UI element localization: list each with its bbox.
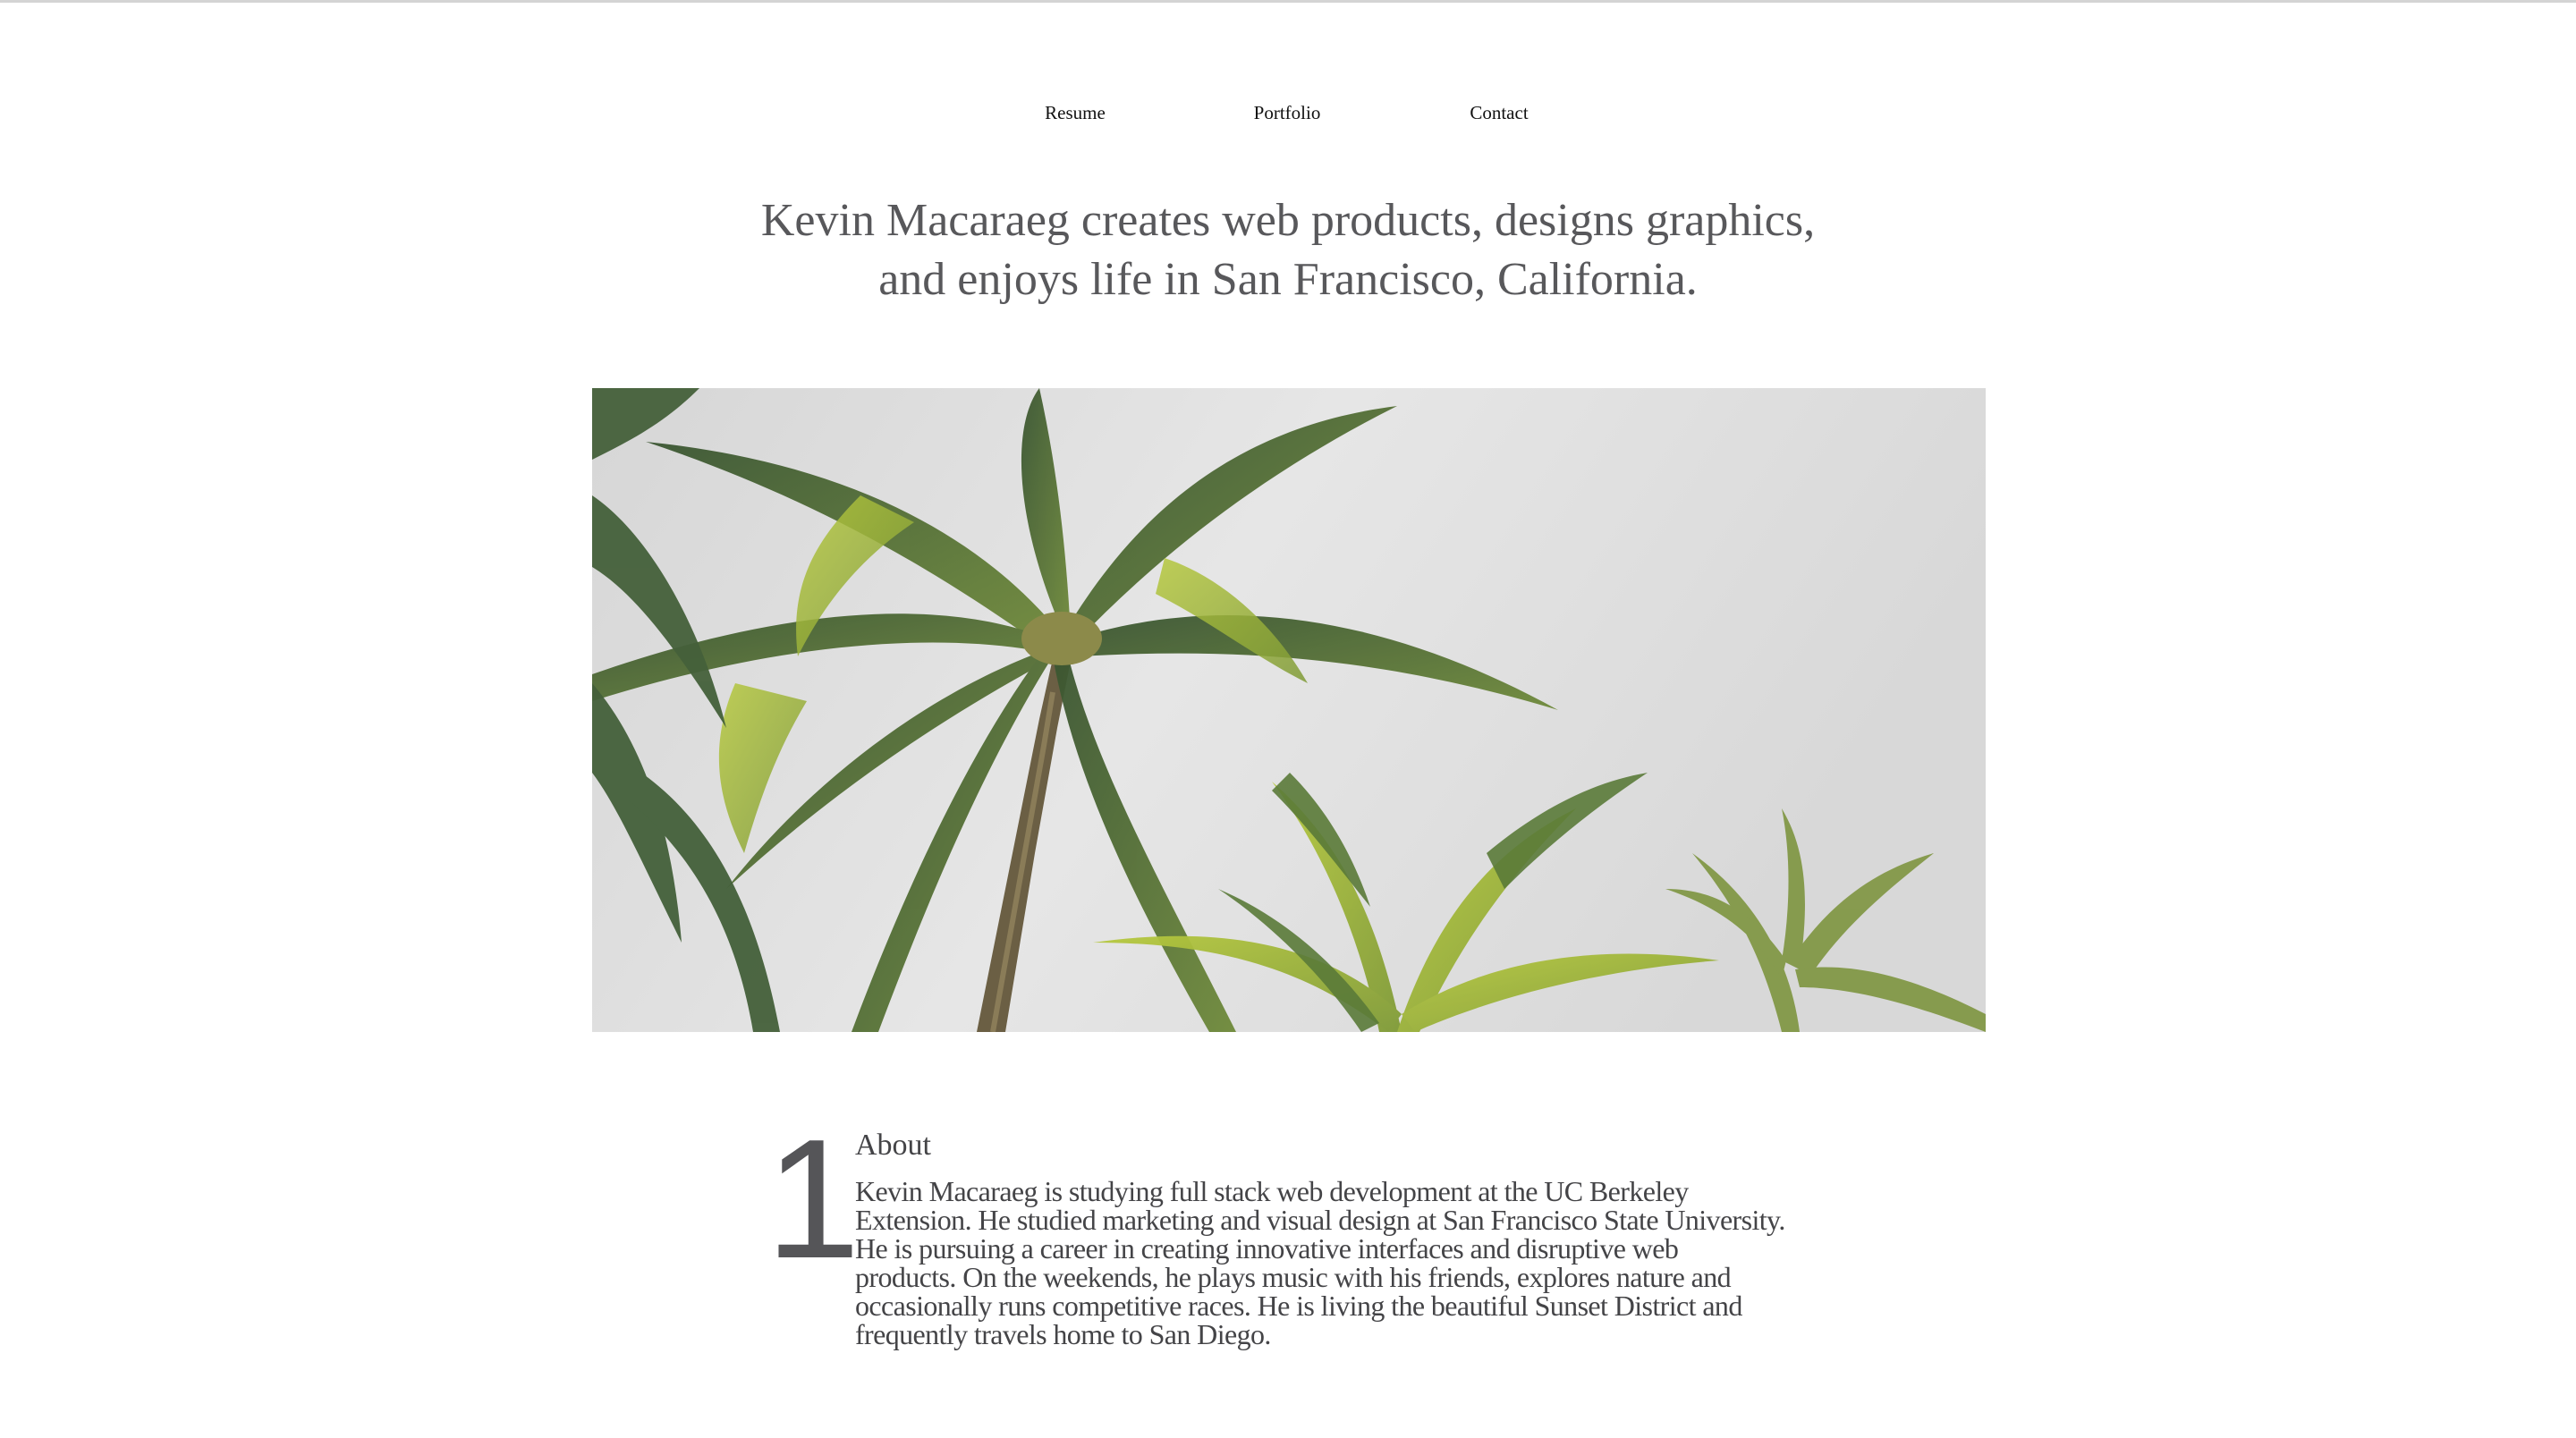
nav-link-contact[interactable]: Contact xyxy=(1470,102,1528,124)
about-body: Kevin Macaraeg is studying full stack we… xyxy=(855,1175,1785,1350)
nav-link-portfolio[interactable]: Portfolio xyxy=(1254,102,1321,124)
top-border xyxy=(0,0,2576,3)
headline-line-1: Kevin Macaraeg creates web products, des… xyxy=(760,195,1816,246)
palm-trees-illustration xyxy=(592,388,1986,1032)
page-headline: Kevin Macaraeg creates web products, des… xyxy=(572,191,2004,309)
about-heading: About xyxy=(855,1129,931,1162)
nav-link-resume[interactable]: Resume xyxy=(1045,102,1106,124)
section-number: 1 xyxy=(766,1104,860,1294)
main-nav: Resume Portfolio Contact xyxy=(0,102,2576,134)
headline-line-2: and enjoys life in San Francisco, Califo… xyxy=(878,254,1698,305)
hero-image xyxy=(592,388,1986,1032)
